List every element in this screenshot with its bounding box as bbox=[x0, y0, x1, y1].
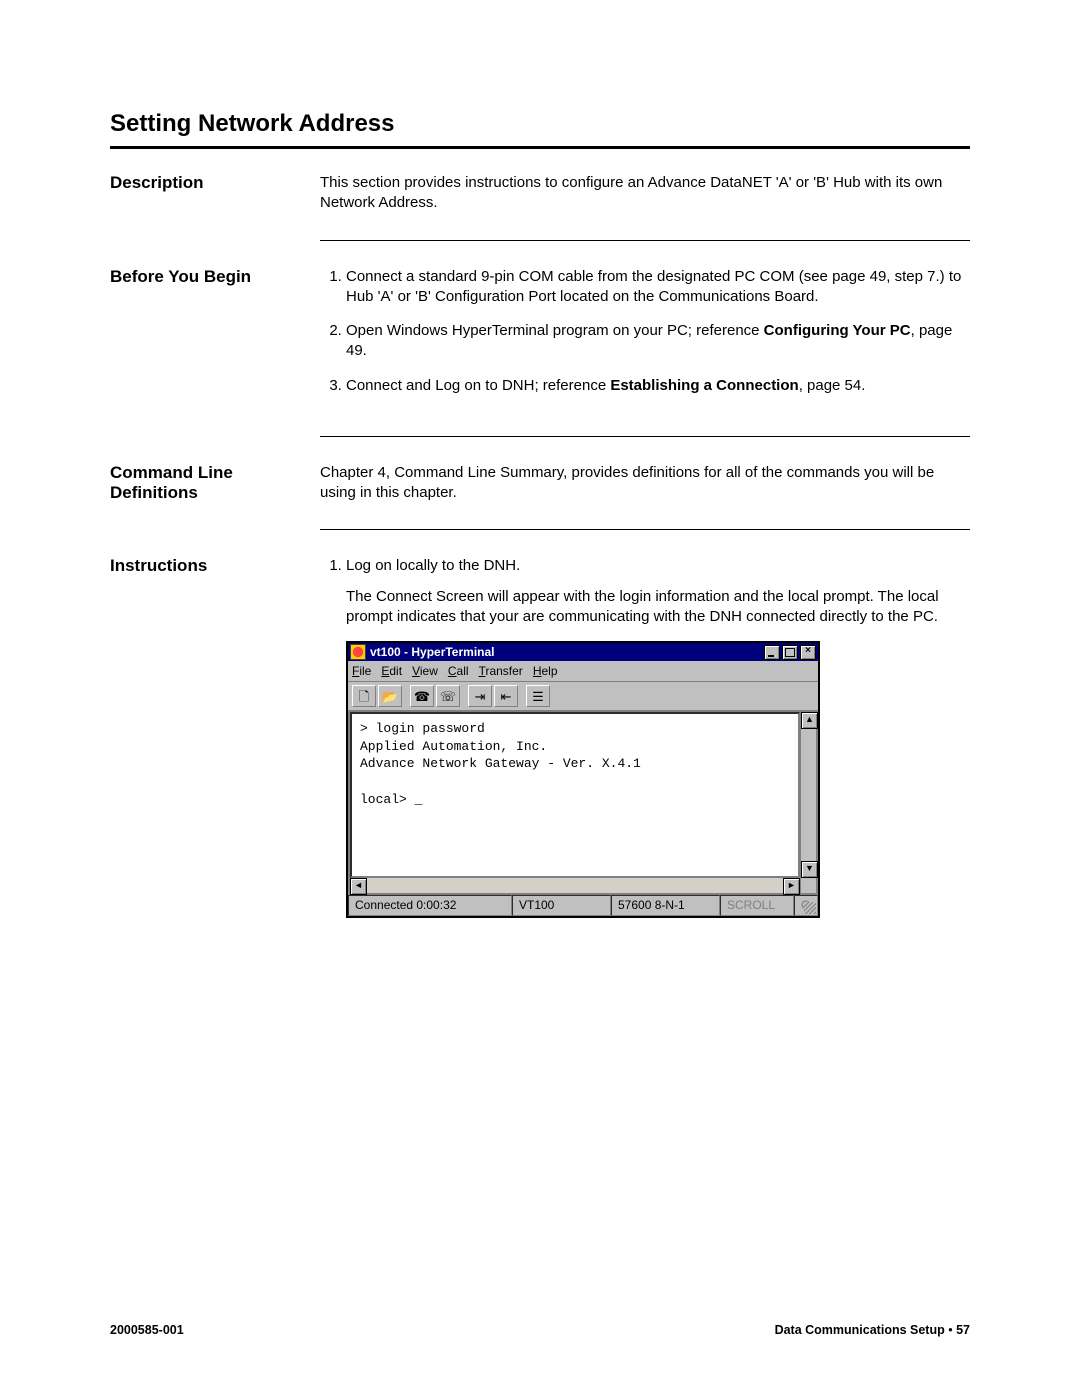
status-connected: Connected 0:00:32 bbox=[348, 895, 512, 915]
menu-file[interactable]: File bbox=[352, 663, 371, 679]
open-icon[interactable]: 📂 bbox=[378, 685, 402, 707]
new-icon[interactable]: 🗋 bbox=[352, 685, 376, 707]
divider-3 bbox=[320, 529, 970, 530]
receive-icon[interactable]: ⇤ bbox=[494, 685, 518, 707]
text-description: This section provides instructions to co… bbox=[320, 173, 970, 214]
vertical-scrollbar[interactable]: ▲ ▼ bbox=[800, 712, 816, 878]
terminal-frame: > login password Applied Automation, Inc… bbox=[348, 710, 818, 895]
section-cmdline: Command Line Definitions Chapter 4, Comm… bbox=[110, 463, 970, 504]
terminal-output[interactable]: > login password Applied Automation, Inc… bbox=[350, 712, 800, 878]
status-settings: 57600 8-N-1 bbox=[611, 895, 720, 915]
scroll-down-button[interactable]: ▼ bbox=[801, 861, 818, 878]
text: Open Windows HyperTerminal program on yo… bbox=[346, 322, 764, 339]
label-before: Before You Begin bbox=[110, 267, 320, 410]
toolbar-separator bbox=[520, 685, 524, 707]
bold: Configuring Your PC bbox=[764, 322, 911, 339]
footer-section-name: Data Communications Setup bbox=[775, 1323, 945, 1337]
scroll-track[interactable] bbox=[367, 878, 783, 893]
titlebar[interactable]: vt100 - HyperTerminal bbox=[348, 643, 818, 661]
section-instructions: Instructions Log on locally to the DNH. … bbox=[110, 556, 970, 931]
app-icon bbox=[350, 644, 366, 660]
text: , page 54. bbox=[799, 377, 866, 394]
statusbar: Connected 0:00:32 VT100 57600 8-N-1 SCRO… bbox=[348, 895, 818, 915]
maximize-button[interactable] bbox=[782, 645, 798, 660]
instructions-list: Log on locally to the DNH. The Connect S… bbox=[320, 556, 970, 917]
status-emulation: VT100 bbox=[512, 895, 611, 915]
label-description: Description bbox=[110, 173, 320, 214]
menu-transfer[interactable]: Transfer bbox=[479, 663, 523, 679]
call-icon[interactable]: ☎ bbox=[410, 685, 434, 707]
close-button[interactable] bbox=[800, 645, 816, 660]
section-before: Before You Begin Connect a standard 9-pi… bbox=[110, 267, 970, 410]
text: Log on locally to the DNH. bbox=[346, 557, 520, 574]
properties-icon[interactable]: ☰ bbox=[526, 685, 550, 707]
hyperterminal-window: vt100 - HyperTerminal File Edit View bbox=[346, 641, 820, 918]
instruction-subtext: The Connect Screen will appear with the … bbox=[346, 587, 970, 628]
toolbar-separator bbox=[404, 685, 408, 707]
before-item-1: Connect a standard 9-pin COM cable from … bbox=[346, 267, 970, 308]
toolbar-separator bbox=[462, 685, 466, 707]
grip bbox=[800, 878, 816, 893]
instruction-item-1: Log on locally to the DNH. The Connect S… bbox=[346, 556, 970, 917]
page-number: 57 bbox=[956, 1323, 970, 1337]
menubar: File Edit View Call Transfer Help bbox=[348, 661, 818, 681]
scroll-left-button[interactable]: ◄ bbox=[350, 878, 367, 895]
horizontal-scrollbar[interactable]: ◄ ► bbox=[350, 878, 816, 893]
doc-number: 2000585-001 bbox=[110, 1323, 184, 1337]
text: Connect a standard 9-pin COM cable from … bbox=[346, 268, 961, 305]
hangup-icon[interactable]: ☏ bbox=[436, 685, 460, 707]
menu-edit[interactable]: Edit bbox=[381, 663, 402, 679]
status-scroll: SCROLL bbox=[720, 895, 794, 915]
status-caps: C bbox=[794, 895, 818, 915]
window-title: vt100 - HyperTerminal bbox=[370, 644, 764, 660]
bullet: • bbox=[948, 1323, 956, 1337]
divider-2 bbox=[320, 436, 970, 437]
scroll-right-button[interactable]: ► bbox=[783, 878, 800, 895]
text: Connect and Log on to DNH; reference bbox=[346, 377, 610, 394]
page-title: Setting Network Address bbox=[110, 110, 970, 138]
footer-right: Data Communications Setup • 57 bbox=[775, 1323, 970, 1337]
section-description: Description This section provides instru… bbox=[110, 173, 970, 214]
before-item-3: Connect and Log on to DNH; reference Est… bbox=[346, 376, 970, 396]
label-instructions: Instructions bbox=[110, 556, 320, 931]
menu-call[interactable]: Call bbox=[448, 663, 469, 679]
send-icon[interactable]: ⇥ bbox=[468, 685, 492, 707]
minimize-button[interactable] bbox=[764, 645, 780, 660]
menu-help[interactable]: Help bbox=[533, 663, 558, 679]
toolbar: 🗋 📂 ☎ ☏ ⇥ ⇤ ☰ bbox=[348, 681, 818, 710]
title-rule bbox=[110, 146, 970, 149]
scroll-up-button[interactable]: ▲ bbox=[801, 712, 818, 729]
before-item-2: Open Windows HyperTerminal program on yo… bbox=[346, 321, 970, 362]
divider-1 bbox=[320, 240, 970, 241]
label-cmdline: Command Line Definitions bbox=[110, 463, 320, 504]
resize-grip[interactable] bbox=[804, 902, 816, 914]
text-cmdline: Chapter 4, Command Line Summary, provide… bbox=[320, 463, 970, 504]
bold: Establishing a Connection bbox=[610, 377, 798, 394]
page-footer: 2000585-001 Data Communications Setup • … bbox=[110, 1323, 970, 1337]
before-list: Connect a standard 9-pin COM cable from … bbox=[320, 267, 970, 396]
menu-view[interactable]: View bbox=[412, 663, 438, 679]
